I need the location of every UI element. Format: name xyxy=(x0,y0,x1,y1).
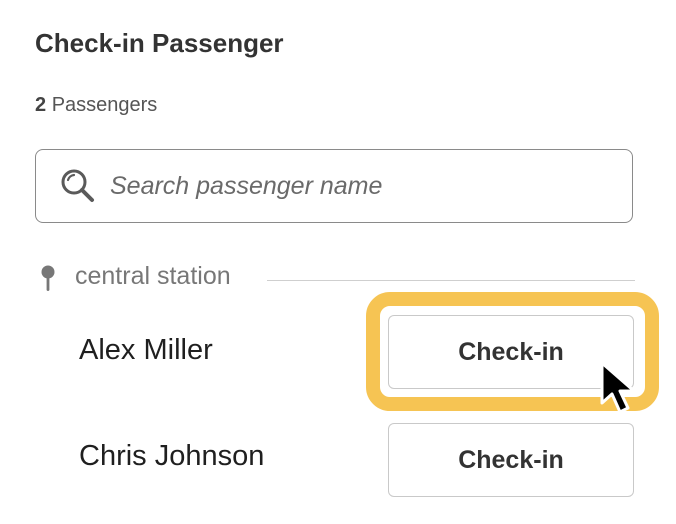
search-input[interactable] xyxy=(110,168,610,204)
passenger-count-label: Passengers xyxy=(51,94,158,116)
station-label: central station xyxy=(75,262,231,290)
passenger-name: Chris Johnson xyxy=(79,440,265,472)
check-in-button[interactable]: Check-in xyxy=(388,423,634,497)
station-divider xyxy=(267,280,635,281)
search-box[interactable] xyxy=(35,149,633,223)
map-pin-icon xyxy=(41,265,55,291)
station-group-header: central station xyxy=(35,262,635,296)
search-icon xyxy=(61,169,94,202)
mouse-pointer-icon xyxy=(600,361,636,414)
page-title: Check-in Passenger xyxy=(35,28,284,58)
passenger-count: 2 Passengers xyxy=(35,94,157,117)
passenger-count-number: 2 xyxy=(35,94,47,116)
passenger-name: Alex Miller xyxy=(79,334,213,366)
